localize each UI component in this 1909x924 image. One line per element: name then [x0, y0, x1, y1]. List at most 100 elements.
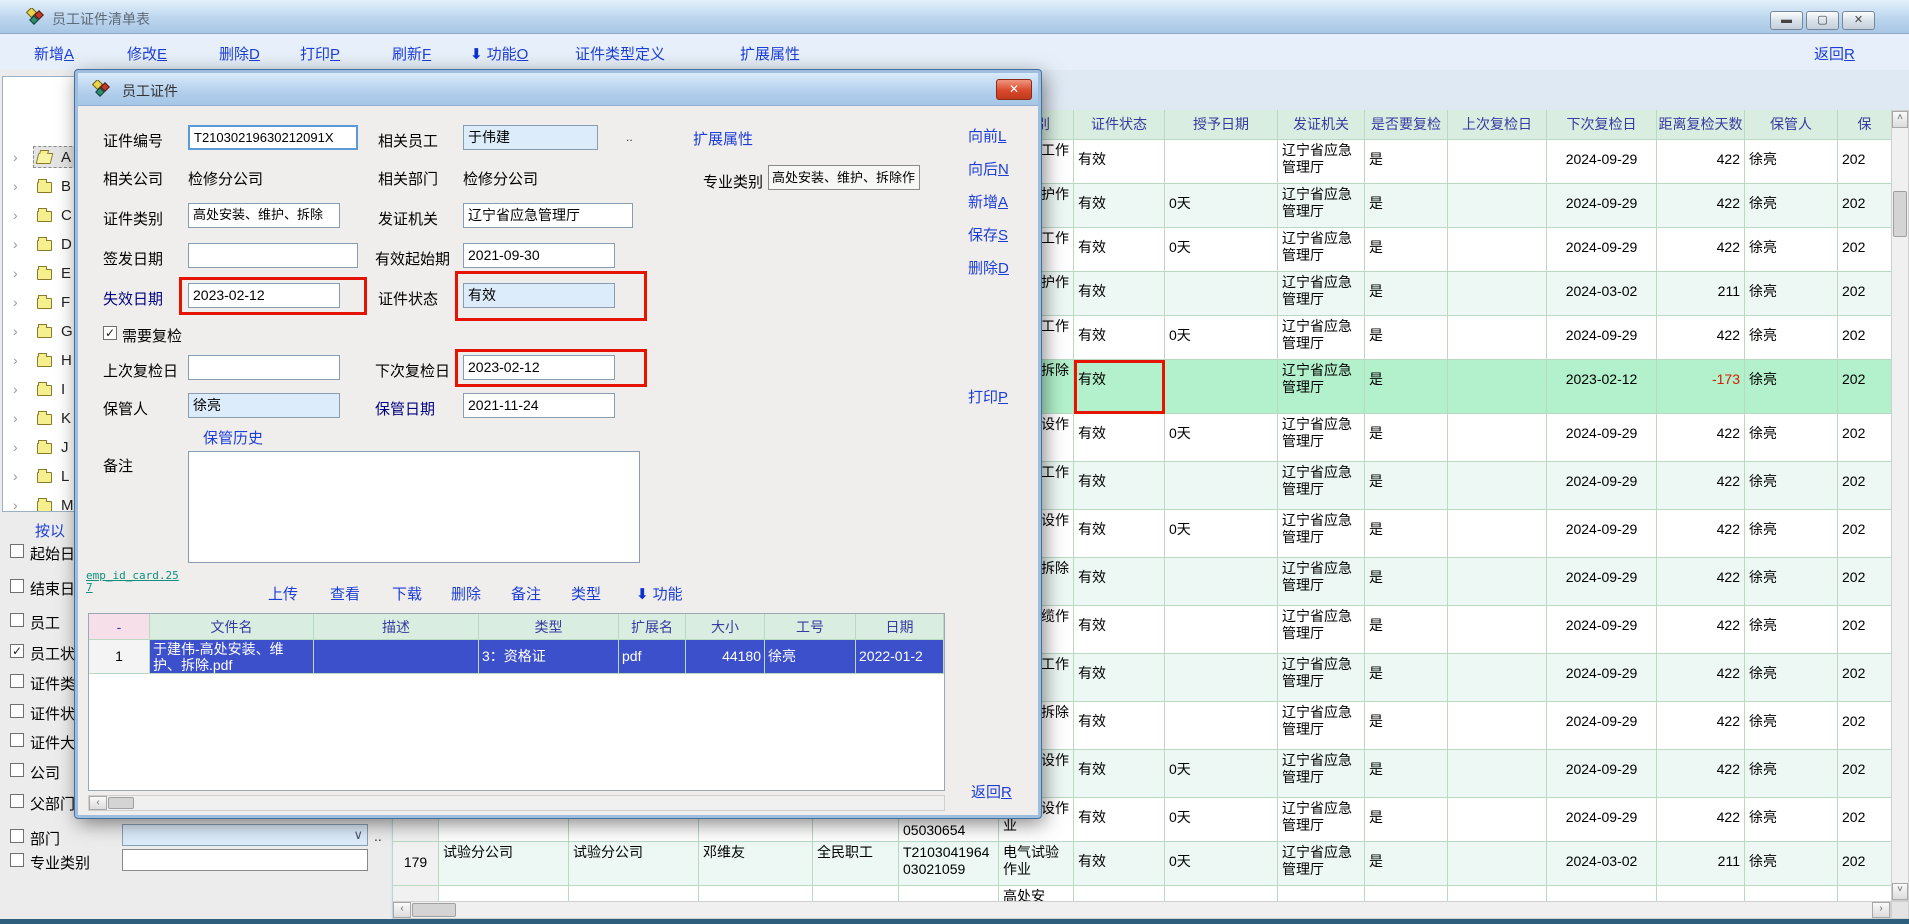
filter-more-link[interactable]: 按以: [35, 520, 65, 541]
dialog-return-link[interactable]: 返回R: [971, 781, 1012, 802]
toolbar-item-功能[interactable]: ⬇功能O: [470, 43, 528, 64]
expand-arrow-icon[interactable]: ›: [13, 468, 18, 484]
last-recheck-datepicker[interactable]: [188, 355, 340, 380]
filter-checkbox[interactable]: [10, 853, 24, 867]
need-recheck-checkbox[interactable]: ✓: [103, 326, 117, 340]
filter-checkbox[interactable]: [10, 613, 24, 627]
toolbar-return-link[interactable]: 返回R: [1814, 43, 1855, 64]
attachment-link-备注[interactable]: 备注: [511, 583, 541, 604]
filter-checkbox[interactable]: [10, 579, 24, 593]
expand-arrow-icon[interactable]: ›: [13, 497, 18, 512]
expand-arrow-icon[interactable]: ›: [13, 236, 18, 252]
toolbar-item-删除[interactable]: 删除D: [219, 43, 260, 64]
column-header-keep-date[interactable]: 保: [1838, 110, 1891, 140]
close-button[interactable]: ✕: [1842, 11, 1875, 30]
dialog-nav-删除[interactable]: 删除D: [968, 257, 1009, 278]
expand-arrow-icon[interactable]: ›: [13, 410, 18, 426]
column-header-status[interactable]: 证件状态: [1074, 110, 1165, 140]
attachment-link-下载[interactable]: 下载: [392, 583, 422, 604]
vertical-scroll-thumb[interactable]: [1893, 191, 1907, 237]
maximize-button[interactable]: ▢: [1806, 11, 1839, 30]
filter-checkbox[interactable]: [10, 544, 24, 558]
vertical-scrollbar[interactable]: ˄ ˅: [1891, 110, 1909, 901]
attachment-column-num[interactable]: -: [89, 614, 150, 640]
attachment-link-类型[interactable]: 类型: [571, 583, 601, 604]
department-filter-combo[interactable]: ∨: [122, 824, 368, 846]
expand-arrow-icon[interactable]: ›: [13, 381, 18, 397]
expand-arrow-icon[interactable]: ›: [13, 178, 18, 194]
valid-from-datepicker[interactable]: 2021-09-30: [463, 243, 615, 268]
dialog-titlebar[interactable]: 员工证件 ✕: [78, 73, 1038, 106]
dialog-nav-向后[interactable]: 向后N: [968, 158, 1009, 179]
scroll-down-icon[interactable]: ˅: [1892, 883, 1908, 900]
scroll-right-icon[interactable]: ›: [1872, 902, 1890, 918]
employee-combo[interactable]: 于伟建: [463, 125, 598, 150]
attachment-column-size[interactable]: 大小: [686, 614, 765, 640]
column-header-grant-date[interactable]: 授予日期: [1165, 110, 1278, 140]
expand-arrow-icon[interactable]: ›: [13, 439, 18, 455]
attachment-column-type[interactable]: 类型: [479, 614, 619, 640]
attachment-column-emp-id[interactable]: 工号: [765, 614, 856, 640]
department-lookup-button[interactable]: ..: [374, 828, 382, 844]
expire-date-datepicker[interactable]: 2023-02-12: [188, 283, 340, 308]
column-header-days[interactable]: 距离复检天数: [1657, 110, 1745, 140]
filter-checkbox[interactable]: [10, 829, 24, 843]
cert-type-combo[interactable]: 高处安装、维护、拆除: [188, 203, 340, 228]
expand-arrow-icon[interactable]: ›: [13, 352, 18, 368]
attachment-link-上传[interactable]: 上传: [268, 583, 298, 604]
next-recheck-datepicker[interactable]: 2023-02-12: [463, 355, 615, 380]
filter-checkbox[interactable]: [10, 763, 24, 777]
scroll-left-icon[interactable]: ‹: [89, 796, 107, 810]
toolbar-item-证件类型定义[interactable]: 证件类型定义: [575, 43, 665, 64]
dialog-nav-新增[interactable]: 新增A: [968, 191, 1008, 212]
filter-checkbox[interactable]: [10, 674, 24, 688]
attachment-link-删除[interactable]: 删除: [451, 583, 481, 604]
status-combo[interactable]: 有效: [463, 283, 615, 308]
attachment-table[interactable]: -文件名描述类型扩展名大小工号日期1于建伟-高处安装、维护、拆除.pdf3：资格…: [88, 613, 945, 791]
attachment-func-link[interactable]: ⬇功能: [636, 583, 683, 604]
column-header-need-recheck[interactable]: 是否要复检: [1365, 110, 1448, 140]
attachment-column-filename[interactable]: 文件名: [150, 614, 314, 640]
issue-date-input[interactable]: [188, 243, 358, 268]
attachment-column-extension[interactable]: 扩展名: [619, 614, 686, 640]
attachment-column-date[interactable]: 日期: [856, 614, 944, 640]
horizontal-scroll-thumb[interactable]: [412, 903, 456, 917]
column-header-next-recheck[interactable]: 下次复检日: [1547, 110, 1657, 140]
expand-arrow-icon[interactable]: ›: [13, 323, 18, 339]
attachment-scroll-thumb[interactable]: [108, 797, 134, 809]
issuer-input[interactable]: 辽宁省应急管理厅: [463, 203, 633, 228]
attachment-column-description[interactable]: 描述: [314, 614, 479, 640]
custodian-combo[interactable]: 徐亮: [188, 393, 340, 418]
remark-textarea[interactable]: [188, 451, 640, 563]
chevron-down-icon[interactable]: ∨: [353, 827, 363, 843]
filter-checkbox[interactable]: ✓: [10, 644, 24, 658]
column-header-issuer[interactable]: 发证机关: [1278, 110, 1365, 140]
custody-history-link[interactable]: 保管历史: [203, 427, 263, 448]
table-row[interactable]: 高处安装、: [393, 886, 1891, 901]
toolbar-item-新增[interactable]: 新增A: [34, 43, 74, 64]
expand-arrow-icon[interactable]: ›: [13, 207, 18, 223]
expand-arrow-icon[interactable]: ›: [13, 149, 18, 165]
minimize-button[interactable]: ▬: [1770, 11, 1803, 30]
attachment-scrollbar[interactable]: ‹: [88, 795, 945, 811]
dialog-nav-保存[interactable]: 保存S: [968, 224, 1008, 245]
custody-date-datepicker[interactable]: 2021-11-24: [463, 393, 615, 418]
scroll-up-icon[interactable]: ˄: [1892, 111, 1908, 128]
toolbar-item-打印[interactable]: 打印P: [300, 43, 340, 64]
column-header-keeper[interactable]: 保管人: [1745, 110, 1838, 140]
employee-lookup-button[interactable]: ..: [626, 130, 633, 144]
filter-checkbox[interactable]: [10, 704, 24, 718]
filter-checkbox[interactable]: [10, 733, 24, 747]
dialog-nav-向前[interactable]: 向前L: [968, 125, 1006, 146]
dialog-close-icon[interactable]: ✕: [996, 79, 1032, 100]
scroll-left-icon[interactable]: ‹: [393, 902, 411, 918]
toolbar-item-修改[interactable]: 修改E: [127, 43, 167, 64]
toolbar-item-扩展属性[interactable]: 扩展属性: [740, 43, 800, 64]
ext-attr-link[interactable]: 扩展属性: [693, 128, 753, 149]
toolbar-item-刷新[interactable]: 刷新F: [392, 43, 431, 64]
dialog-print-link[interactable]: 打印P: [968, 386, 1008, 407]
expand-arrow-icon[interactable]: ›: [13, 294, 18, 310]
filter-checkbox[interactable]: [10, 794, 24, 808]
cert-no-input[interactable]: T21030219630212091X: [188, 125, 358, 150]
expand-arrow-icon[interactable]: ›: [13, 265, 18, 281]
